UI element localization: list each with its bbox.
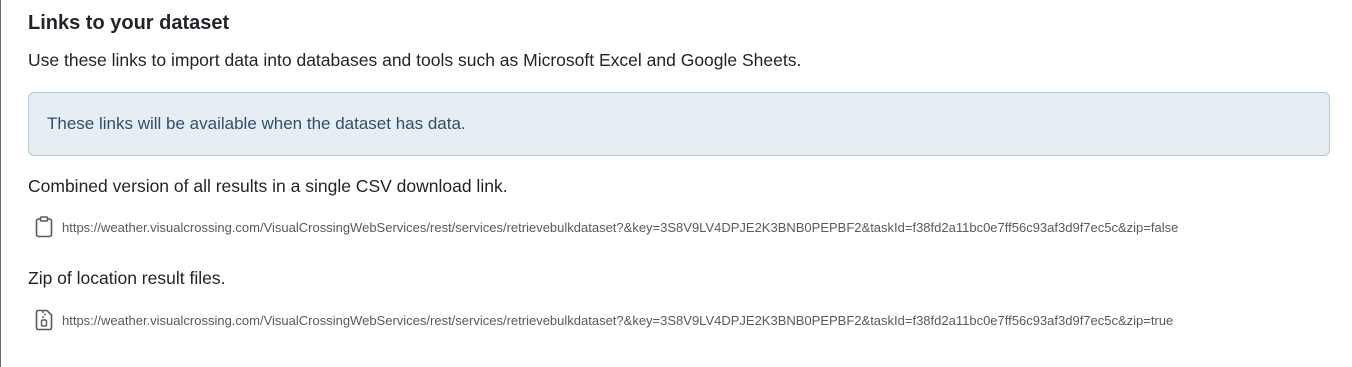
section-description: Use these links to import data into data… [28, 50, 802, 70]
csv-link-row: https://weather.visualcrossing.com/Visua… [34, 216, 1178, 238]
csv-download-link[interactable]: https://weather.visualcrossing.com/Visua… [62, 220, 1178, 235]
csv-link-label: Combined version of all results in a sin… [28, 176, 508, 196]
info-alert: These links will be available when the d… [28, 92, 1330, 156]
dataset-links-panel: Links to your dataset Use these links to… [0, 0, 1352, 367]
zip-link-row: https://weather.visualcrossing.com/Visua… [34, 309, 1173, 331]
clipboard-icon[interactable] [34, 216, 54, 238]
zip-file-icon[interactable] [34, 309, 54, 331]
info-alert-message: These links will be available when the d… [47, 114, 466, 133]
section-title: Links to your dataset [28, 12, 230, 34]
zip-download-link[interactable]: https://weather.visualcrossing.com/Visua… [62, 313, 1173, 328]
zip-link-label: Zip of location result files. [28, 268, 226, 288]
